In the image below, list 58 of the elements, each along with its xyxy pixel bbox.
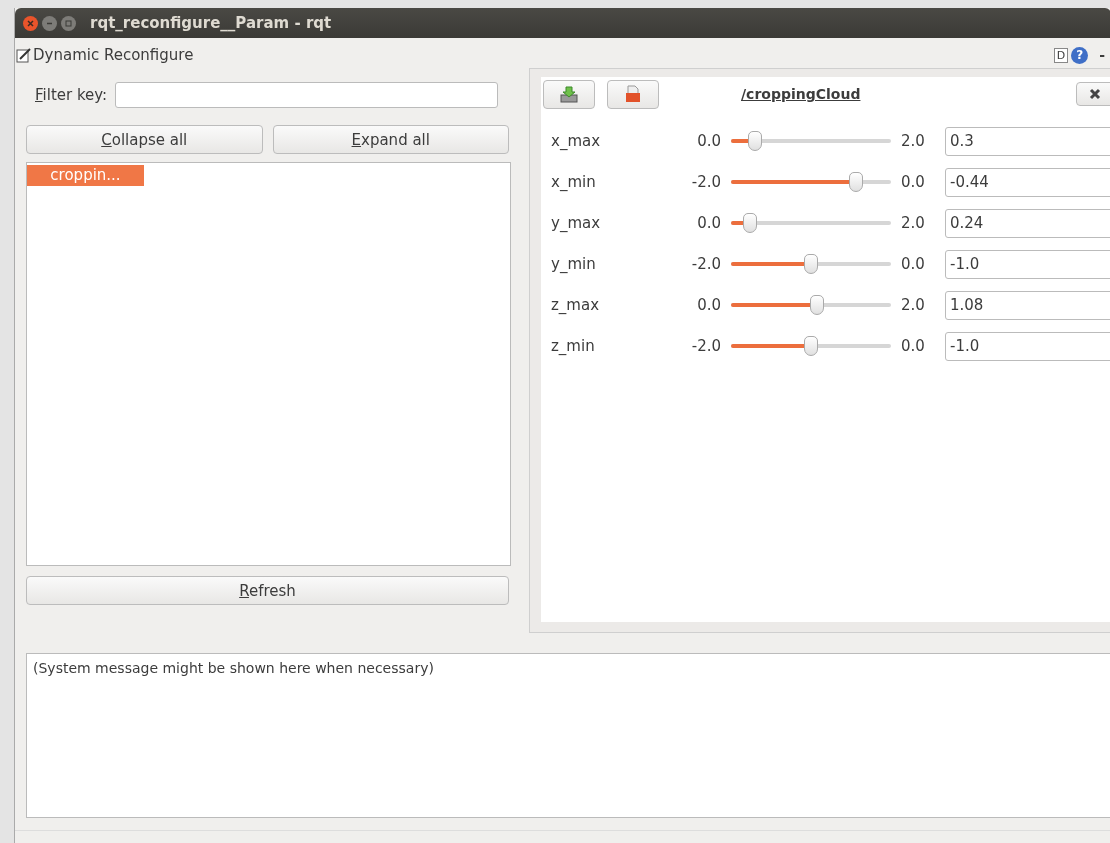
slider-handle[interactable] [810, 295, 825, 315]
download-tray-icon [560, 85, 578, 103]
param-name: x_max [550, 132, 602, 150]
max-label: 0.0 [901, 337, 926, 355]
value-field[interactable]: -0.44 [945, 167, 1110, 197]
plugin-icon[interactable]: D [1053, 47, 1069, 63]
message-text: (System message might be shown here when necessary) [33, 660, 434, 676]
param-name: z_max [550, 296, 601, 314]
save-button[interactable] [543, 79, 595, 109]
value-field[interactable]: -1.0 [945, 249, 1110, 279]
minimize-button[interactable]: - [1099, 47, 1105, 63]
slider-handle[interactable] [748, 131, 762, 151]
param-slider[interactable] [731, 213, 891, 233]
max-label: 2.0 [901, 132, 926, 150]
folder-button[interactable] [607, 79, 659, 109]
collapse-button[interactable]: Collapse all [26, 125, 263, 154]
edit-icon [15, 47, 33, 63]
min-label: -2.0 [690, 255, 721, 273]
slider-handle[interactable] [743, 213, 758, 233]
param-name: z_min [550, 337, 596, 355]
min-label: 0.0 [696, 296, 721, 314]
param-name: y_min [550, 255, 597, 273]
node-title: /croppingCloud [741, 86, 861, 102]
param-slider[interactable] [731, 295, 891, 315]
close-icon [1089, 88, 1101, 100]
param-slider[interactable] [731, 336, 891, 356]
slider-handle[interactable] [848, 172, 863, 192]
value-field[interactable]: -1.0 [945, 331, 1110, 361]
expand-button[interactable]: Expand all [272, 125, 509, 154]
close-icon[interactable] [23, 15, 38, 31]
min-label: -2.0 [690, 173, 721, 191]
slider-handle[interactable] [804, 336, 818, 356]
param-slider[interactable] [731, 172, 891, 192]
param-name: y_max [550, 214, 602, 232]
param-name: x_min [550, 173, 597, 191]
refresh-button[interactable]: Refresh [26, 576, 509, 605]
filter-label: Filter key: [35, 86, 108, 104]
min-label: 0.0 [696, 132, 721, 150]
max-label: 2.0 [901, 214, 926, 232]
close-button[interactable] [1076, 82, 1110, 106]
value-field[interactable]: 0.24 [945, 208, 1110, 238]
max-label: 0.0 [901, 255, 926, 273]
minimize-icon[interactable] [42, 15, 57, 31]
plugin-title: Dynamic Reconfigure [33, 46, 194, 64]
slider-handle[interactable] [804, 254, 818, 274]
window-title: rqt_reconfigure__Param - rqt [90, 14, 332, 32]
min-label: -2.0 [690, 337, 721, 355]
param-slider[interactable] [731, 131, 891, 151]
filter-field[interactable] [115, 82, 498, 108]
max-label: 2.0 [901, 296, 926, 314]
max-label: 0.0 [901, 173, 926, 191]
min-label: 0.0 [696, 214, 721, 232]
help-button[interactable]: ? [1071, 46, 1089, 64]
param-slider[interactable] [731, 254, 891, 274]
maximize-icon[interactable] [61, 15, 76, 31]
folder-icon [625, 85, 641, 103]
value-field[interactable]: 0.3 [945, 126, 1110, 156]
value-field[interactable]: 1.08 [945, 290, 1110, 320]
